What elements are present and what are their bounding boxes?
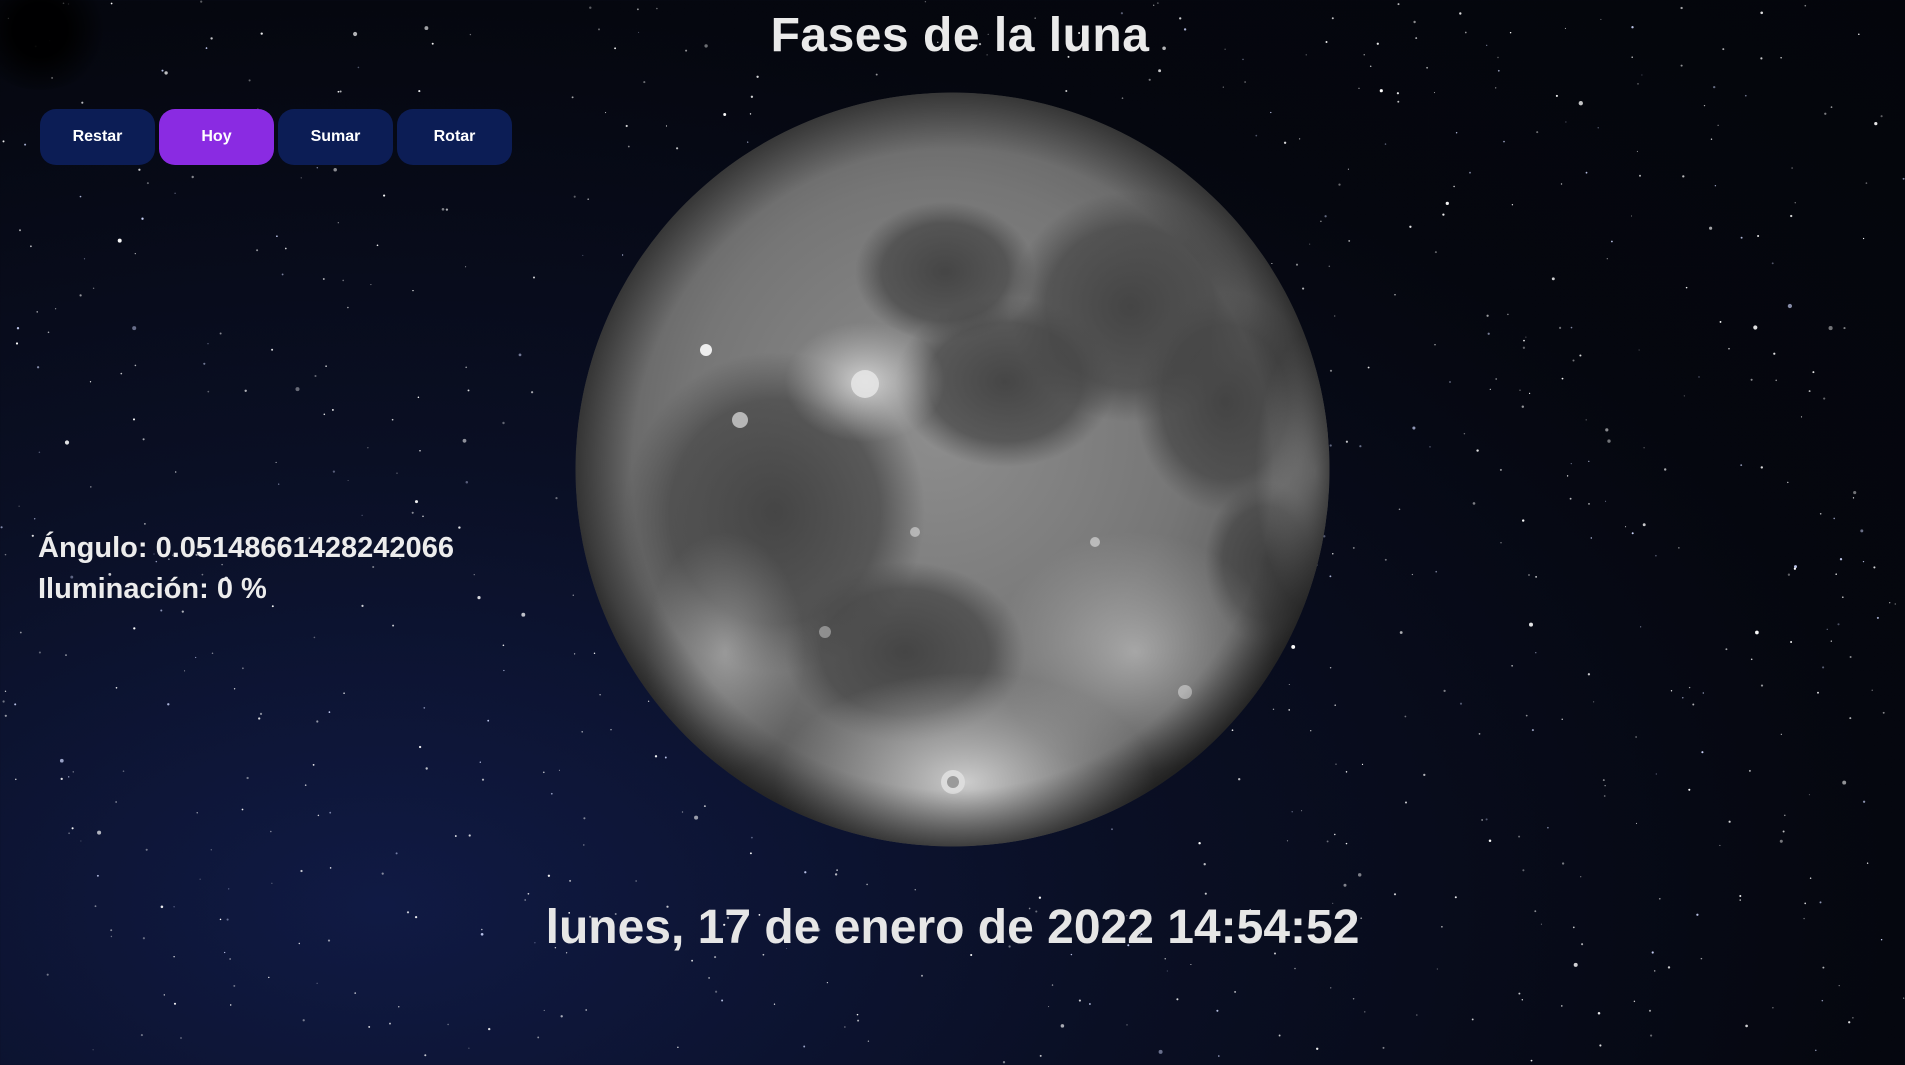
- illumination-label: Iluminación:: [38, 573, 209, 605]
- date-display: lunes, 17 de enero de 2022 14:54:52: [545, 901, 1360, 954]
- moon-info-panel: Ángulo: 0.05148661428242066 Iluminación:…: [38, 528, 454, 610]
- hoy-button[interactable]: Hoy: [159, 109, 274, 165]
- rotar-button[interactable]: Rotar: [397, 109, 512, 165]
- angle-label: Ángulo:: [38, 532, 148, 564]
- illumination-row: Iluminación: 0 %: [38, 569, 454, 610]
- page-title: Fases de la luna: [770, 9, 1150, 62]
- sumar-button[interactable]: Sumar: [278, 109, 393, 165]
- restar-button[interactable]: Restar: [40, 109, 155, 165]
- toolbar: Restar Hoy Sumar Rotar: [40, 109, 512, 165]
- moon-display: [575, 92, 1330, 847]
- illumination-value: 0 %: [216, 573, 267, 605]
- full-moon-icon: [575, 92, 1330, 847]
- angle-value: 0.05148661428242066: [155, 532, 454, 564]
- angle-row: Ángulo: 0.05148661428242066: [38, 528, 454, 569]
